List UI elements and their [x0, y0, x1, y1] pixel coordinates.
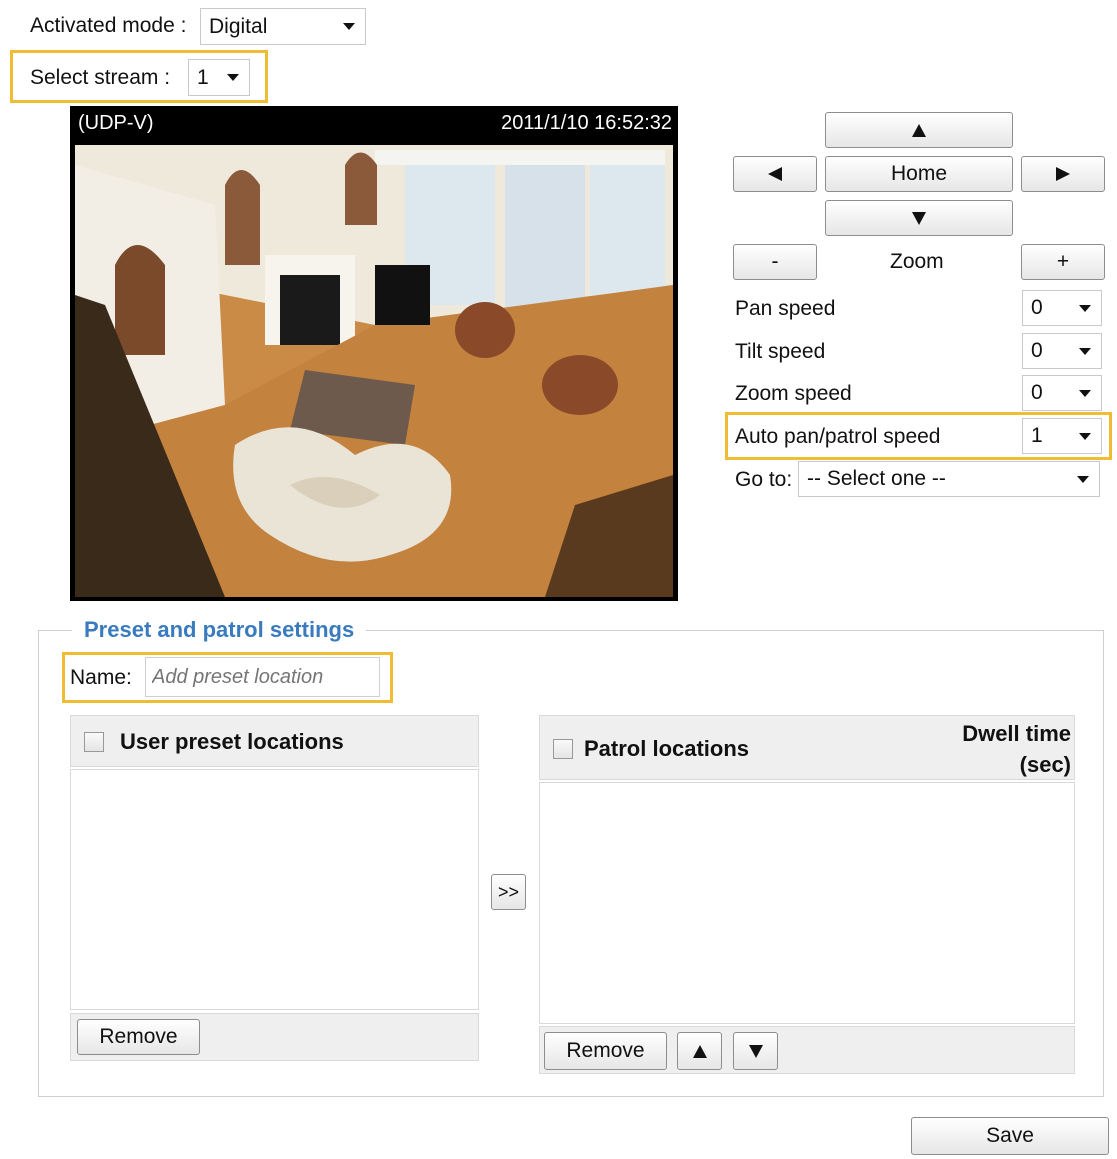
video-protocol: (UDP-V) — [78, 112, 154, 134]
zoom-label: Zoom — [890, 250, 944, 273]
arrow-right-icon — [1056, 167, 1070, 181]
auto-pan-speed-value: 1 — [1031, 424, 1043, 447]
video-viewer[interactable]: (UDP-V) 2011/1/10 16:52:32 — [70, 106, 678, 601]
patrol-title: Patrol locations — [584, 736, 750, 761]
goto-value: -- Select one -- — [807, 467, 946, 490]
pan-speed-label: Pan speed — [735, 297, 836, 320]
patrol-remove-button[interactable]: Remove — [544, 1032, 667, 1070]
pan-speed-select[interactable]: 0 — [1022, 290, 1102, 326]
chevron-down-icon — [1079, 304, 1091, 312]
zoom-in-button[interactable]: + — [1021, 244, 1105, 280]
arrow-up-icon — [692, 1044, 707, 1058]
preset-name-input[interactable] — [145, 657, 380, 697]
activated-mode-select[interactable]: Digital — [200, 8, 366, 45]
chevron-down-icon — [1079, 432, 1091, 440]
goto-label: Go to: — [735, 468, 793, 491]
user-presets-header: User preset locations — [70, 715, 479, 767]
patrol-list[interactable] — [539, 782, 1075, 1024]
select-stream-label: Select stream : — [30, 66, 171, 89]
select-stream-value: 1 — [197, 65, 209, 89]
user-presets-checkbox[interactable] — [84, 732, 104, 752]
zoom-speed-select[interactable]: 0 — [1022, 375, 1102, 411]
zoom-speed-label: Zoom speed — [735, 382, 852, 405]
pan-right-button[interactable] — [1021, 156, 1105, 192]
name-label: Name: — [70, 666, 132, 689]
chevron-down-icon — [1079, 389, 1091, 397]
zoom-out-button[interactable]: - — [733, 244, 817, 280]
user-presets-list[interactable] — [70, 769, 479, 1010]
tilt-down-button[interactable] — [825, 200, 1013, 236]
auto-pan-speed-select[interactable]: 1 — [1022, 418, 1102, 454]
patrol-move-down-button[interactable] — [733, 1032, 778, 1070]
user-presets-remove-button[interactable]: Remove — [77, 1019, 200, 1055]
pan-left-button[interactable] — [733, 156, 817, 192]
select-stream-select[interactable]: 1 — [188, 59, 250, 96]
tilt-speed-label: Tilt speed — [735, 340, 826, 363]
zoom-speed-value: 0 — [1031, 381, 1043, 404]
home-button[interactable]: Home — [825, 156, 1013, 192]
patrol-header: Patrol locations Dwell time (sec) — [539, 715, 1075, 780]
add-to-patrol-button[interactable]: >> — [491, 874, 526, 910]
activated-mode-label: Activated mode : — [30, 14, 187, 37]
dwell-time-label: Dwell time — [962, 721, 1071, 746]
patrol-checkbox[interactable] — [553, 739, 573, 759]
activated-mode-value: Digital — [209, 14, 268, 38]
video-frame — [75, 145, 673, 597]
chevron-down-icon — [227, 74, 239, 81]
arrow-down-icon — [912, 211, 926, 225]
arrow-left-icon — [768, 167, 782, 181]
chevron-down-icon — [1077, 475, 1089, 483]
auto-pan-speed-label: Auto pan/patrol speed — [735, 425, 941, 448]
patrol-move-up-button[interactable] — [677, 1032, 722, 1070]
arrow-up-icon — [912, 123, 926, 137]
arrow-down-icon — [748, 1044, 763, 1058]
save-button[interactable]: Save — [911, 1117, 1109, 1155]
user-presets-footer: Remove — [70, 1013, 479, 1061]
patrol-footer: Remove — [539, 1026, 1075, 1074]
preset-legend: Preset and patrol settings — [72, 617, 367, 643]
tilt-speed-value: 0 — [1031, 339, 1043, 362]
chevron-down-icon — [1079, 347, 1091, 355]
chevron-down-icon — [343, 23, 355, 30]
pan-speed-value: 0 — [1031, 296, 1043, 319]
goto-select[interactable]: -- Select one -- — [798, 461, 1100, 497]
user-presets-title: User preset locations — [120, 729, 344, 754]
tilt-up-button[interactable] — [825, 112, 1013, 148]
dwell-time-unit: (sec) — [1019, 752, 1071, 777]
tilt-speed-select[interactable]: 0 — [1022, 333, 1102, 369]
video-timestamp: 2011/1/10 16:52:32 — [501, 112, 672, 134]
